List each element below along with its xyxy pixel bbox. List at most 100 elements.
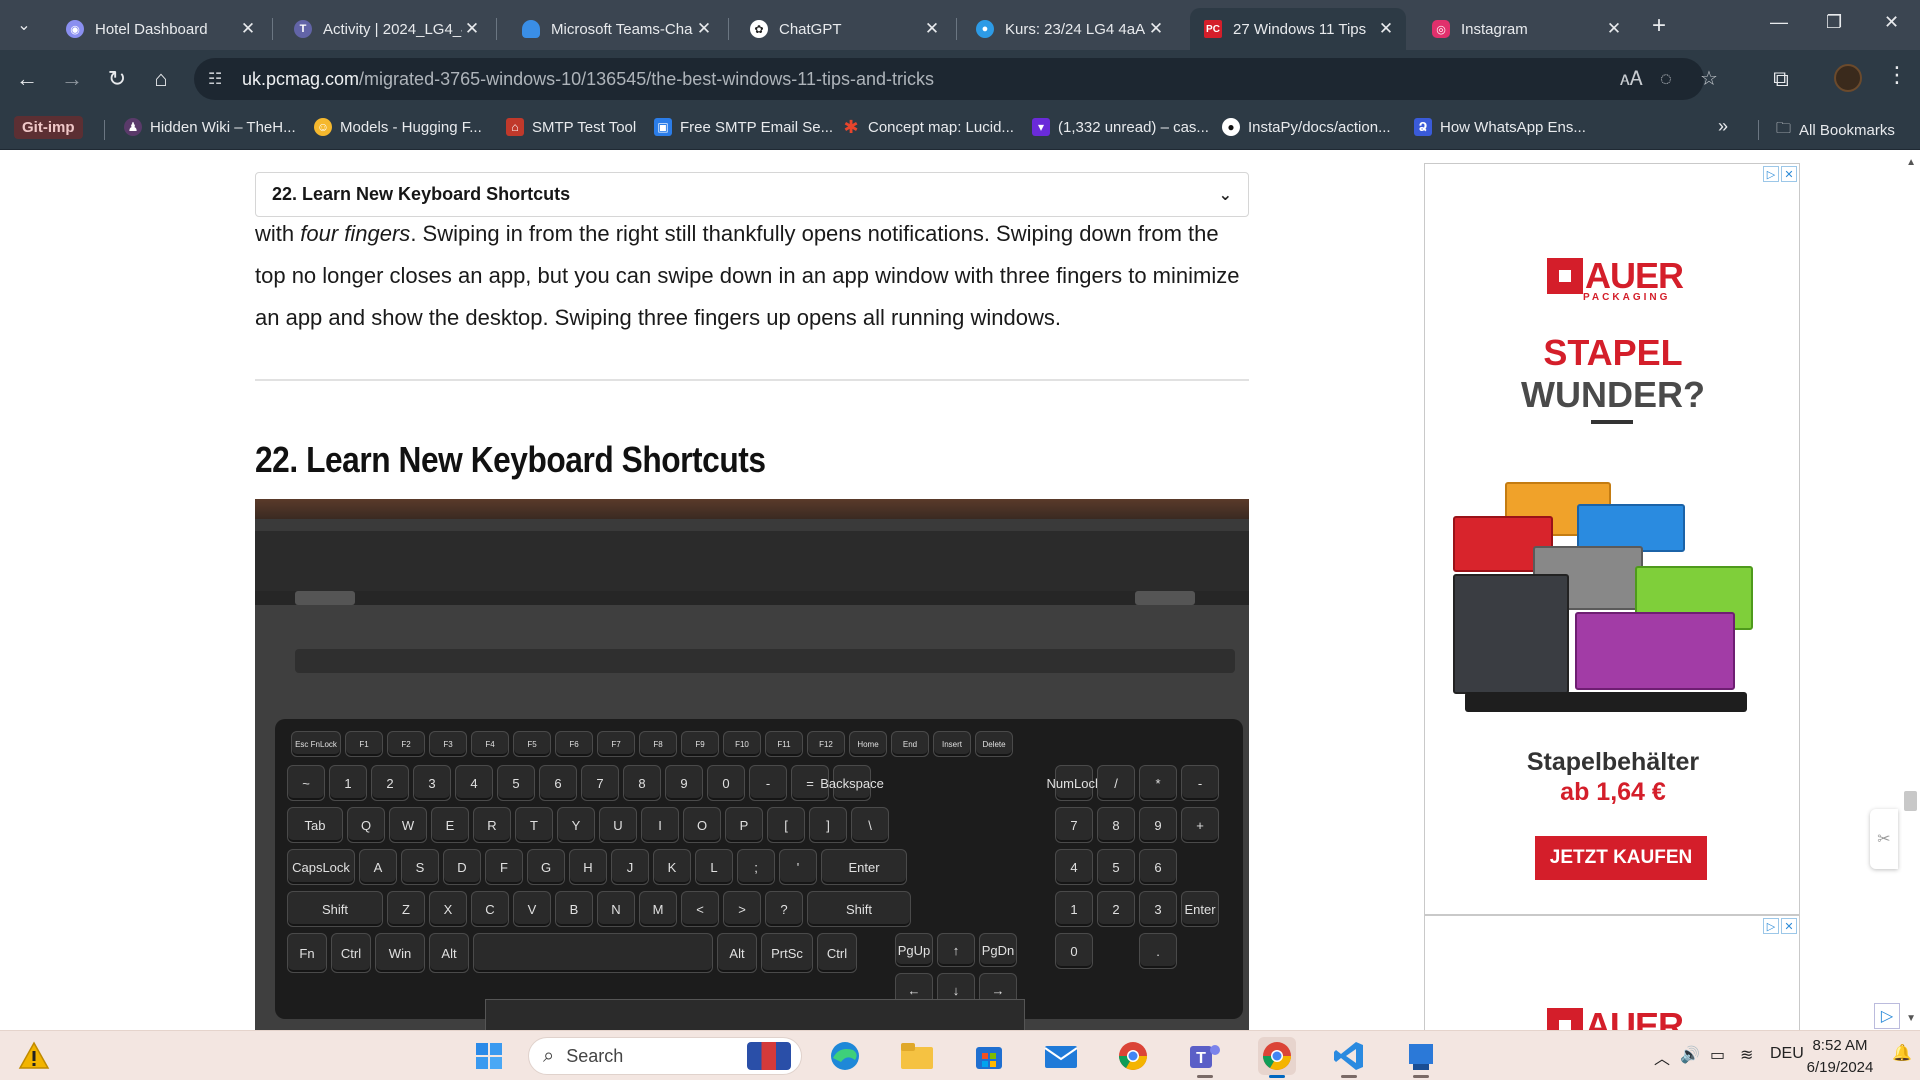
keyboard-key: Shift: [807, 891, 911, 927]
all-bookmarks-button[interactable]: 🗀 All Bookmarks: [1776, 118, 1895, 143]
toc-dropdown[interactable]: 22. Learn New Keyboard Shortcuts ⌄: [255, 172, 1249, 217]
battery-icon[interactable]: ▭: [1710, 1045, 1725, 1065]
tab-chatgpt[interactable]: ✿ ChatGPT ✕: [736, 8, 952, 50]
close-icon[interactable]: ✕: [922, 19, 942, 39]
keyboard-key: L: [695, 849, 733, 885]
adchoices-icon[interactable]: ▷: [1763, 918, 1779, 934]
speaker-icon[interactable]: 🔊: [1680, 1045, 1700, 1065]
close-icon[interactable]: ✕: [1781, 918, 1797, 934]
notifications-icon[interactable]: 🔔: [1892, 1043, 1912, 1063]
laptop-hinge: [1135, 591, 1195, 605]
store-icon[interactable]: [970, 1037, 1008, 1075]
adchoices-icon[interactable]: ▷: [1874, 1003, 1900, 1029]
tab-search-button[interactable]: ⌄: [8, 9, 40, 41]
tab-hotel-dashboard[interactable]: ◉ Hotel Dashboard ✕: [52, 8, 268, 50]
keyboard-key: F7: [597, 731, 635, 757]
bookmark-item[interactable]: Ձ How WhatsApp Ens...: [1414, 118, 1586, 136]
back-icon[interactable]: ←: [12, 64, 42, 94]
keyboard-key: 8: [623, 765, 661, 801]
wiki-icon: ♟: [124, 118, 142, 136]
menu-kebab-icon[interactable]: ⋮: [1886, 62, 1908, 88]
site-settings-icon[interactable]: ☷: [208, 69, 222, 89]
bookmark-item[interactable]: ● InstaPy/docs/action...: [1222, 118, 1391, 136]
bookmark-folder-git-imp[interactable]: Git-imp: [14, 116, 83, 139]
close-icon[interactable]: ✕: [1604, 19, 1624, 39]
bookmark-item[interactable]: ⌂ SMTP Test Tool: [506, 118, 636, 136]
close-window-icon[interactable]: ✕: [1884, 12, 1899, 33]
windows-start-icon[interactable]: [470, 1037, 508, 1075]
eye-off-icon[interactable]: ◌: [1660, 68, 1672, 91]
chrome-icon[interactable]: [1114, 1037, 1152, 1075]
mail-icon[interactable]: [1042, 1037, 1080, 1075]
system-clock[interactable]: 8:52 AM 6/19/2024: [1800, 1035, 1880, 1079]
close-icon[interactable]: ✕: [238, 19, 258, 39]
close-icon[interactable]: ✕: [1781, 166, 1797, 182]
scrollbar[interactable]: ▲ ▼: [1902, 151, 1920, 1030]
bookmark-item[interactable]: ✱ Concept map: Lucid...: [842, 117, 1013, 137]
teams-icon[interactable]: T: [1186, 1037, 1224, 1075]
advertisement[interactable]: ▷ ✕ AUER PACKAGING STAPEL WUNDER? Stapel…: [1424, 163, 1800, 915]
ad-divider: [1591, 420, 1633, 424]
reload-icon[interactable]: ↻: [102, 64, 132, 94]
side-panel-tab[interactable]: ✂: [1870, 809, 1898, 869]
ad-choices[interactable]: ▷ ✕: [1763, 918, 1797, 934]
laptop-screen: [255, 499, 1249, 519]
home-icon[interactable]: ⌂: [146, 64, 176, 94]
bookmark-item[interactable]: ♟ Hidden Wiki – TheH...: [124, 118, 296, 136]
keyboard-key: Backspace: [820, 765, 884, 801]
adchoices-icon[interactable]: ▷: [1763, 166, 1779, 182]
close-icon[interactable]: ✕: [462, 19, 482, 39]
restore-icon[interactable]: ❐: [1826, 12, 1842, 33]
new-tab-button[interactable]: +: [1652, 12, 1666, 40]
windows-taskbar: ⌕ Search T ︿ 🔊 ▭ ≋ DEU 8:52 AM 6/19/2024…: [0, 1030, 1920, 1080]
bookmark-item[interactable]: ▾ (1,332 unread) – cas...: [1032, 118, 1209, 136]
scrollbar-thumb[interactable]: [1904, 791, 1917, 811]
close-icon[interactable]: ✕: [1146, 19, 1166, 39]
ad-choices[interactable]: ▷ ✕: [1763, 166, 1797, 182]
close-icon[interactable]: ✕: [1376, 19, 1396, 39]
tab-separator: [272, 18, 273, 40]
advertisement[interactable]: ▷ ✕ AUER: [1424, 915, 1800, 1030]
numpad-key: 8: [1097, 807, 1135, 843]
tab-kurs[interactable]: ● Kurs: 23/24 LG4 4aAI ✕: [962, 8, 1176, 50]
edge-icon[interactable]: [826, 1037, 864, 1075]
address-bar[interactable]: ☷ uk.pcmag.com/migrated-3765-windows-10/…: [194, 58, 1718, 100]
extensions-icon[interactable]: ⧉: [1766, 64, 1796, 94]
vscode-icon[interactable]: [1330, 1037, 1368, 1075]
laptop-hinge: [295, 591, 355, 605]
forward-icon[interactable]: →: [57, 64, 87, 94]
keyboard-key: F6: [555, 731, 593, 757]
keyboard-key: Win: [375, 933, 425, 973]
translate-icon[interactable]: 🗚: [1620, 68, 1643, 91]
taskbar-search[interactable]: ⌕ Search: [528, 1037, 802, 1075]
profile-avatar[interactable]: [1834, 64, 1862, 92]
keyboard-key: M: [639, 891, 677, 927]
weather-alert-icon[interactable]: [18, 1040, 50, 1072]
tab-activity[interactable]: T Activity | 2024_LG4_4 ✕: [280, 8, 492, 50]
scroll-down-icon[interactable]: ▼: [1906, 1013, 1916, 1024]
url-text[interactable]: uk.pcmag.com/migrated-3765-windows-10/13…: [242, 69, 934, 90]
wifi-icon[interactable]: ≋: [1740, 1045, 1753, 1065]
minimize-icon[interactable]: —: [1770, 12, 1788, 33]
chevron-up-icon[interactable]: ︿: [1654, 1045, 1670, 1069]
keyboard-key: CapsLock: [287, 849, 355, 885]
chrome-icon[interactable]: [1258, 1037, 1296, 1075]
bookmark-star-icon[interactable]: ☆: [1700, 66, 1718, 91]
laptop-speaker: [295, 649, 1235, 673]
bookmarks-overflow-button[interactable]: »: [1718, 116, 1728, 137]
ad-cta-button[interactable]: JETZT KAUFEN: [1535, 836, 1707, 880]
keyboard-key: E: [431, 807, 469, 843]
file-explorer-icon[interactable]: [898, 1037, 936, 1075]
keyboard-key: 1: [329, 765, 367, 801]
close-icon[interactable]: ✕: [694, 19, 714, 39]
tab-teams-chat[interactable]: Microsoft Teams-Cha ✕: [508, 8, 724, 50]
tab-instagram[interactable]: ◎ Instagram ✕: [1418, 8, 1634, 50]
tab-pcmag-active[interactable]: PC 27 Windows 11 Tips ✕: [1190, 8, 1406, 50]
language-indicator[interactable]: DEU: [1770, 1045, 1804, 1063]
numpad-key: 4: [1055, 849, 1093, 885]
app-icon[interactable]: [1402, 1037, 1440, 1075]
bookmark-item[interactable]: ☺ Models - Hugging F...: [314, 118, 482, 136]
keyboard-key: F3: [429, 731, 467, 757]
scroll-up-icon[interactable]: ▲: [1906, 157, 1916, 168]
bookmark-item[interactable]: ▣ Free SMTP Email Se...: [654, 118, 833, 136]
